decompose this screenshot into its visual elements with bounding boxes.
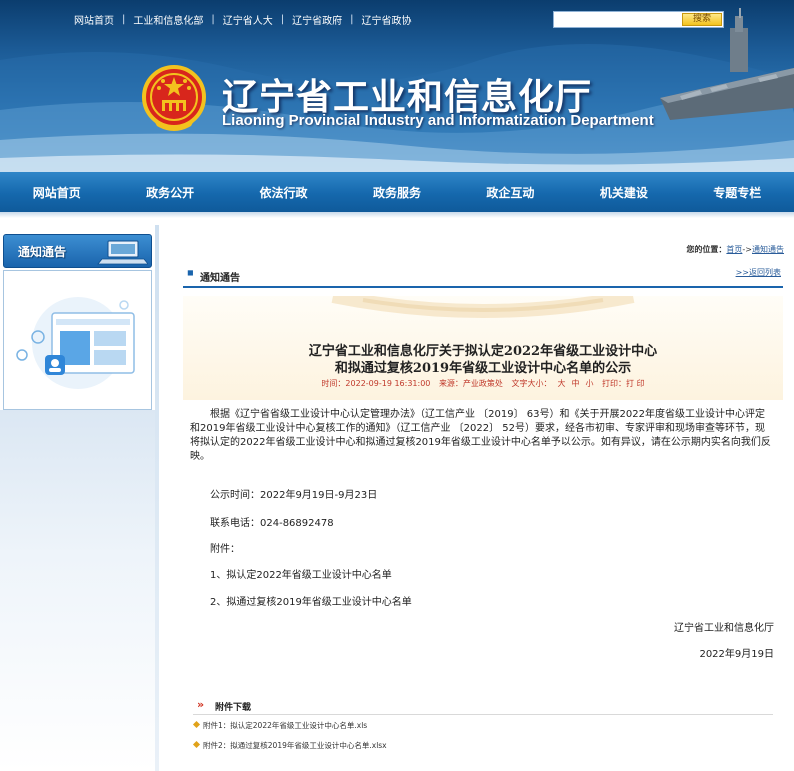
publicity-time: 公示时间：2022年9月19日-9月23日 xyxy=(210,490,378,501)
bullet-icon xyxy=(192,740,201,749)
breadcrumb-label: 您的位置： xyxy=(686,245,727,254)
divider: | xyxy=(122,14,126,25)
top-links: 网站首页 | 工业和信息化部 | 辽宁省人大 | 辽宁省政府 | 辽宁省政协 xyxy=(74,12,412,27)
top-link-home[interactable]: 网站首页 xyxy=(74,12,114,27)
sidebar-background xyxy=(0,410,158,771)
section-marker-icon: ◼ xyxy=(187,268,194,277)
publish-time: 时间：2022-09-19 16:31:00 xyxy=(321,379,431,388)
attachment-label: 附件2： xyxy=(203,741,231,750)
article-meta: 时间：2022-09-19 16:31:00 来源：产业政策处 文字大小： 大中小… xyxy=(183,378,783,389)
divider: | xyxy=(211,14,215,25)
aircraft-carrier-image xyxy=(660,8,794,120)
breadcrumb: 您的位置：首页->通知通告 xyxy=(686,244,784,255)
bullet-icon xyxy=(192,720,201,729)
nav-item-interaction[interactable]: 政企互动 xyxy=(454,184,567,201)
breadcrumb-arrow: -> xyxy=(742,245,752,254)
attachments-title: 附件下载 xyxy=(215,703,252,713)
nav-item-organization[interactable]: 机关建设 xyxy=(567,184,680,201)
attachment-line-2: 2、拟通过复核2019年省级工业设计中心名单 xyxy=(210,597,412,608)
section-title: 通知通告 xyxy=(200,273,240,284)
font-size-large[interactable]: 大 xyxy=(557,379,565,388)
sidebar-divider xyxy=(155,225,159,771)
print-link[interactable]: 打印：打 印 xyxy=(602,379,645,388)
attachment-download-1[interactable]: 附件1：拟认定2022年省级工业设计中心名单.xls xyxy=(192,720,367,731)
article-body: 根据《辽宁省省级工业设计中心认定管理办法》（辽工信产业 〔2019〕 63号）和… xyxy=(190,408,774,464)
article-source: 来源：产业政策处 xyxy=(438,379,503,388)
font-size-label: 文字大小： xyxy=(511,379,552,388)
article-paragraph: 根据《辽宁省省级工业设计中心认定管理办法》（辽工信产业 〔2019〕 63号）和… xyxy=(190,409,771,462)
font-size-small[interactable]: 小 xyxy=(585,379,593,388)
top-link-miit[interactable]: 工业和信息化部 xyxy=(133,12,203,27)
breadcrumb-current[interactable]: 通知通告 xyxy=(752,245,784,254)
return-to-list-link[interactable]: >>返回列表 xyxy=(736,267,781,278)
nav-item-special-topics[interactable]: 专题专栏 xyxy=(681,184,794,201)
nav-item-law[interactable]: 依法行政 xyxy=(227,184,340,201)
article-title-box: 辽宁省工业和信息化厅关于拟认定2022年省级工业设计中心 和拟通过复核2019年… xyxy=(183,296,783,400)
nav-item-government-affairs[interactable]: 政务公开 xyxy=(113,184,226,201)
signature-org: 辽宁省工业和信息化厅 xyxy=(674,623,774,634)
attachment-file-link[interactable]: 拟认定2022年省级工业设计中心名单.xls xyxy=(230,721,367,730)
sidebar-title: 通知通告 xyxy=(18,245,67,259)
top-link-cppcc[interactable]: 辽宁省政协 xyxy=(362,12,412,27)
attachment-file-link[interactable]: 拟通过复核2019年省级工业设计中心名单.xlsx xyxy=(230,741,386,750)
notice-illustration-icon xyxy=(16,297,135,389)
attachments-header: » 附件下载 xyxy=(193,697,773,715)
attachments-label: 附件： xyxy=(210,544,240,555)
divider: | xyxy=(280,14,285,25)
header-banner: 网站首页 | 工业和信息化部 | 辽宁省人大 | 辽宁省政府 | 辽宁省政协 搜… xyxy=(0,0,794,172)
sidebar-illustration-panel xyxy=(3,270,152,410)
divider: | xyxy=(350,14,354,25)
font-size-medium[interactable]: 中 xyxy=(571,379,579,388)
article-title-line-2: 和拟通过复核2019年省级工业设计中心名单的公示 xyxy=(334,361,632,376)
national-emblem-icon xyxy=(142,65,206,131)
top-link-government[interactable]: 辽宁省政府 xyxy=(292,12,342,27)
nav-shadow xyxy=(0,212,794,218)
site-subtitle: Liaoning Provincial Industry and Informa… xyxy=(222,112,654,129)
attachment-line-1: 1、拟认定2022年省级工业设计中心名单 xyxy=(210,570,392,581)
nav-item-services[interactable]: 政务服务 xyxy=(340,184,453,201)
double-chevron-icon: » xyxy=(197,698,205,711)
nav-item-home[interactable]: 网站首页 xyxy=(0,184,113,201)
main-nav: 网站首页 政务公开 依法行政 政务服务 政企互动 机关建设 专题专栏 xyxy=(0,172,794,212)
sidebar-header: 通知通告 xyxy=(3,234,152,268)
contact-phone: 联系电话：024-86892478 xyxy=(210,518,334,529)
computer-icon xyxy=(97,240,148,265)
breadcrumb-home[interactable]: 首页 xyxy=(726,245,742,254)
top-link-npc[interactable]: 辽宁省人大 xyxy=(223,12,273,27)
section-header: ◼ 通知通告 >>返回列表 xyxy=(183,264,783,288)
attachment-download-2[interactable]: 附件2：拟通过复核2019年省级工业设计中心名单.xlsx xyxy=(192,740,387,751)
attachment-label: 附件1： xyxy=(203,721,231,730)
signature-date: 2022年9月19日 xyxy=(699,649,774,660)
